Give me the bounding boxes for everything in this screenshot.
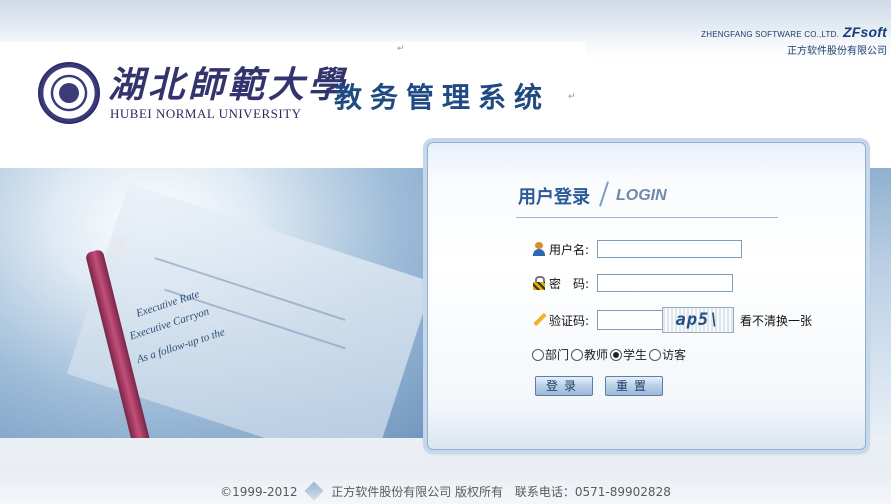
return-mark: ↵ bbox=[568, 92, 576, 102]
copyright-text: ©1999-2012 bbox=[220, 485, 298, 499]
university-seal-icon bbox=[38, 62, 100, 124]
vendor-name-en: ZHENGFANG SOFTWARE CO.,LTD. ZFsoft bbox=[701, 24, 887, 40]
login-panel: 用户登录 LOGIN 用户名: 密 码: 验证码: ap5\ 看不清换一张 部门… bbox=[427, 142, 866, 450]
role-option-visitor[interactable]: 访客 bbox=[649, 346, 686, 363]
role-label-department: 部门 bbox=[545, 348, 570, 362]
login-title: 用户登录 bbox=[518, 187, 590, 208]
user-icon bbox=[532, 242, 546, 256]
role-option-department[interactable]: 部门 bbox=[532, 346, 569, 363]
captcha-label: 验证码: bbox=[549, 313, 590, 328]
radio-student[interactable] bbox=[610, 348, 623, 361]
login-button[interactable]: 登录 bbox=[535, 376, 593, 396]
title-divider bbox=[599, 181, 609, 207]
reset-button[interactable]: 重置 bbox=[605, 376, 663, 396]
password-label: 密 码: bbox=[549, 276, 590, 291]
pencil-icon bbox=[532, 313, 546, 327]
username-input[interactable] bbox=[597, 240, 742, 258]
captcha-input[interactable] bbox=[597, 310, 663, 330]
title-underline bbox=[516, 217, 778, 218]
footer: ©1999-2012 正方软件股份有限公司 版权所有 联系电话：0571-899… bbox=[0, 481, 891, 501]
system-title: 教务管理系统 bbox=[334, 81, 551, 114]
password-row: 密 码: bbox=[532, 274, 733, 292]
vendor-name-cn: 正方软件股份有限公司 bbox=[787, 46, 887, 57]
radio-department[interactable] bbox=[532, 348, 544, 361]
university-name-en: HUBEI NORMAL UNIVERSITY bbox=[110, 106, 302, 121]
vendor-info: ZHENGFANG SOFTWARE CO.,LTD. ZFsoft 正方软件股份… bbox=[701, 24, 887, 57]
role-label-teacher: 教师 bbox=[584, 348, 609, 362]
username-label: 用户名: bbox=[549, 242, 590, 257]
role-option-student[interactable]: 学生 bbox=[610, 346, 647, 363]
lock-icon bbox=[532, 276, 546, 290]
login-title-en: LOGIN bbox=[616, 187, 667, 204]
company-logo-icon bbox=[304, 481, 324, 501]
role-selector: 部门 教师 学生 访客 bbox=[532, 346, 688, 363]
role-label-student: 学生 bbox=[623, 348, 648, 362]
company-text: 正方软件股份有限公司 版权所有 bbox=[331, 485, 504, 499]
username-row: 用户名: bbox=[532, 240, 742, 258]
vendor-name-en-text: ZHENGFANG SOFTWARE CO.,LTD. bbox=[701, 30, 840, 39]
contact-phone: 联系电话：0571-89902828 bbox=[514, 485, 671, 499]
banner-photo: Executive Rate Executive Carryon As a fo… bbox=[0, 168, 440, 438]
vendor-logo: ZFsoft bbox=[843, 24, 887, 40]
return-mark: ↵ bbox=[397, 44, 405, 54]
radio-visitor[interactable] bbox=[649, 348, 662, 361]
captcha-image[interactable]: ap5\ bbox=[662, 307, 734, 333]
role-label-visitor: 访客 bbox=[662, 348, 687, 362]
university-name-cn: 湖北師範大學 bbox=[108, 64, 349, 106]
password-input[interactable] bbox=[597, 274, 733, 292]
captcha-row: 验证码: ap5\ 看不清换一张 bbox=[532, 307, 812, 333]
refresh-captcha-link[interactable]: 看不清换一张 bbox=[740, 312, 812, 329]
role-option-teacher[interactable]: 教师 bbox=[571, 346, 608, 363]
radio-teacher[interactable] bbox=[571, 348, 584, 361]
